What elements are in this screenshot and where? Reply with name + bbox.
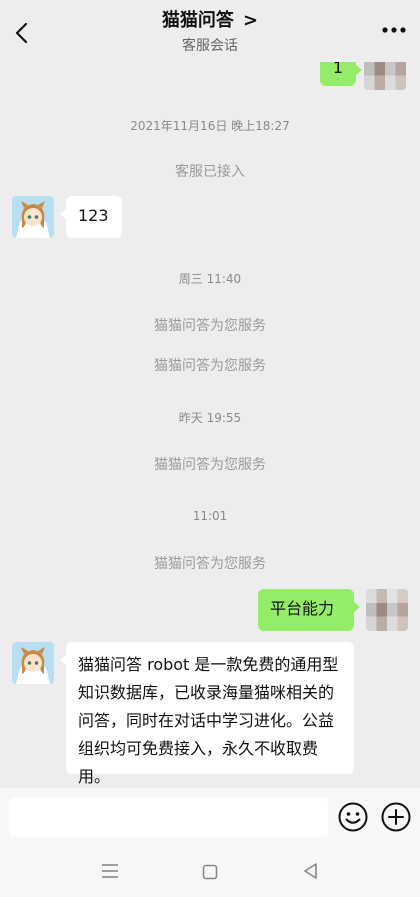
timestamp: 2021年11月16日 晚上18:27 [130,119,290,133]
bot-avatar[interactable] [12,642,54,684]
message-text: 平台能力 [270,599,335,618]
user-avatar[interactable] [366,589,408,631]
chat-messages[interactable]: 1 2021年11月16日 晚上18:27 客服已接入 123 周三 11:40… [0,62,420,788]
home-square-icon[interactable] [202,864,218,880]
system-message: 猫猫问答为您服务 [154,556,266,572]
timestamp: 11:01 [192,509,228,523]
received-message-bubble[interactable]: 123 [60,196,122,238]
timestamp: 周三 11:40 [178,272,242,286]
chat-subtitle: 客服会话 [182,38,238,54]
system-message: 客服已接入 [175,164,245,180]
timestamp: 昨天 19:55 [178,411,242,425]
sent-message-bubble[interactable]: 1 [320,62,362,86]
message-text: 猫猫问答 robot 是一款免费的通用型知识数据库，已收录海量猫咪相关的问答，同… [78,655,339,786]
title-arrow-icon[interactable]: > [243,10,258,31]
plus-circle-icon[interactable] [380,801,412,833]
user-avatar[interactable] [364,62,406,90]
chat-header: 猫猫问答 > 客服会话 [0,0,420,62]
sent-message-bubble[interactable]: 平台能力 [258,589,360,631]
message-input[interactable] [10,797,328,837]
message-text: 123 [78,206,109,225]
menu-icon[interactable] [100,863,120,879]
more-dots-icon[interactable] [380,20,408,40]
system-message: 猫猫问答为您服务 [154,358,266,374]
received-message-bubble[interactable]: 猫猫问答 robot 是一款免费的通用型知识数据库，已收录海量猫咪相关的问答，同… [60,642,354,786]
bot-avatar[interactable] [12,196,54,238]
system-message: 猫猫问答为您服务 [154,457,266,473]
emoji-smile-icon[interactable] [337,801,369,833]
back-triangle-icon[interactable] [302,862,320,880]
chat-title[interactable]: 猫猫问答 [162,10,234,31]
message-text: 1 [332,62,344,77]
cat-girl-avatar-icon [12,642,54,684]
title-area[interactable]: 猫猫问答 > 客服会话 [0,8,420,56]
system-message: 猫猫问答为您服务 [154,318,266,334]
cat-girl-avatar-icon [12,196,54,238]
